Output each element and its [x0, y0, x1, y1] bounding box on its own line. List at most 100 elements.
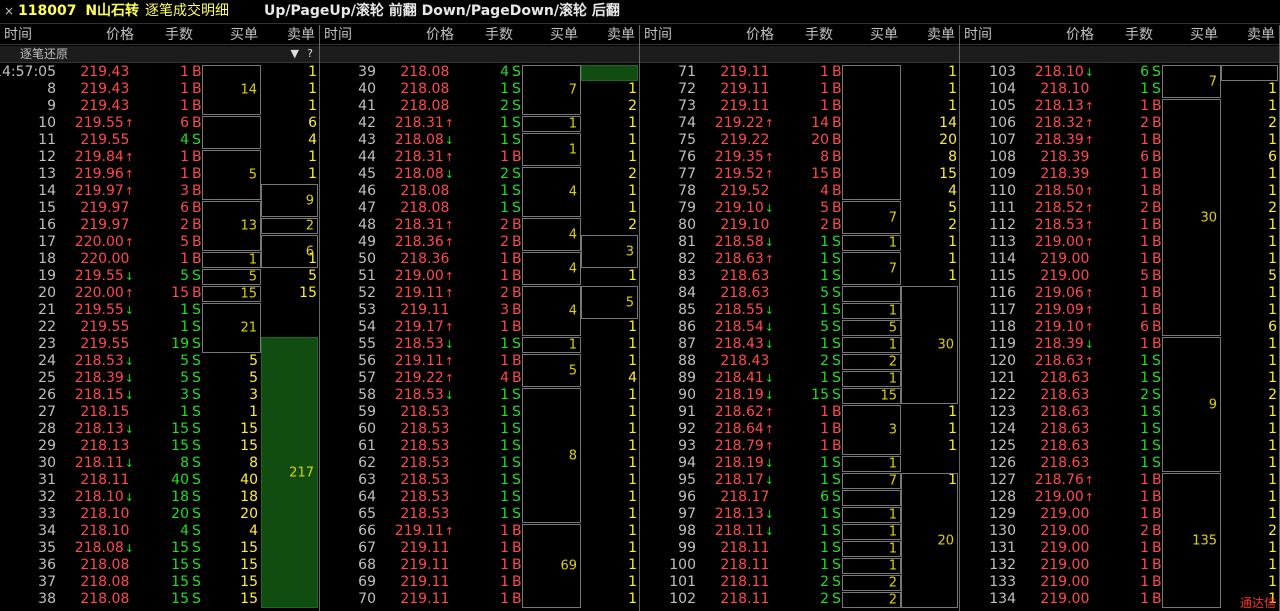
tick-price: 218.08	[400, 183, 454, 200]
sell-order-value: 1	[1268, 353, 1277, 369]
tick-time: 88	[678, 353, 696, 369]
trade-side: B	[1152, 217, 1162, 233]
tick-volume: 6	[1140, 319, 1149, 335]
sell-order-value: 1	[1268, 455, 1277, 471]
tick-time: 50	[358, 251, 376, 267]
tick-volume: 1	[1140, 455, 1149, 471]
tick-volume: 5	[1140, 268, 1149, 284]
arrow-up-icon: ↑	[764, 253, 774, 266]
tick-price: 219.97↑	[75, 183, 134, 200]
price-value: 218.13	[714, 506, 764, 522]
tick-time: 32	[38, 489, 56, 505]
tick-row: 73 219.11 1B1	[640, 98, 959, 115]
tick-row: 23 219.55 19 S	[0, 336, 319, 353]
tick-volume: 1	[1140, 370, 1149, 386]
panel-title: 逐笔成交明细	[145, 3, 230, 19]
restore-toggle[interactable]: 逐笔还原	[20, 47, 68, 61]
tick-time: 104	[989, 81, 1016, 97]
filter-icon[interactable]: ▼	[291, 47, 299, 61]
price-value: 218.08	[74, 540, 124, 556]
tick-volume: 5	[180, 353, 189, 369]
help-icon[interactable]: ?	[307, 47, 313, 61]
buy-order-header: 买单	[870, 27, 898, 43]
tick-volume: 1	[1140, 98, 1149, 114]
buy-order-value: 40	[240, 472, 258, 488]
tick-volume: 15	[811, 166, 829, 182]
tick-row: 126 218.63 1S1	[960, 455, 1279, 472]
tick-volume: 1	[500, 319, 509, 335]
tick-volume: 1	[1140, 353, 1149, 369]
sell-order-value: 1	[628, 115, 637, 131]
tick-time: 16	[38, 217, 56, 233]
tick-price: 218.79↑	[715, 438, 774, 455]
tick-row: 21 219.55↓ 1 S	[0, 302, 319, 319]
tick-row: 90 218.19↓ 15 S	[640, 387, 959, 404]
trade-side: S	[512, 98, 521, 114]
tick-time: 127	[989, 472, 1016, 488]
price-value: 219.00	[1040, 523, 1090, 539]
tick-volume: 1	[180, 404, 189, 420]
tick-volume: 1	[1140, 591, 1149, 607]
arrow-down-icon: ↓	[124, 423, 134, 436]
trade-side: S	[192, 370, 201, 386]
tick-volume: 1	[1140, 404, 1149, 420]
tick-row: 105 218.13↑ 1 B 1	[960, 98, 1279, 115]
price-value: 218.31	[394, 115, 444, 131]
trade-side: B	[1152, 574, 1162, 590]
close-icon[interactable]: ×	[4, 4, 14, 18]
price-value: 218.39	[1034, 132, 1084, 148]
price-value: 219.84	[74, 149, 124, 165]
tick-price: 219.11	[400, 557, 454, 574]
tick-time: 62	[358, 455, 376, 471]
tick-row: 11 219.55 4S4	[0, 132, 319, 149]
price-value: 218.50	[1034, 183, 1084, 199]
tick-row: 53 219.11 3B	[320, 302, 639, 319]
trade-side: B	[1152, 285, 1162, 301]
tick-time: 115	[989, 268, 1016, 284]
subheader-bar	[640, 46, 959, 63]
tick-time: 71	[678, 64, 696, 80]
arrow-up-icon: ↑	[1084, 202, 1094, 215]
sell-order-value: 1	[948, 404, 957, 420]
tick-volume: 1	[820, 268, 829, 284]
tick-volume: 1	[500, 404, 509, 420]
arrow-down-icon: ↓	[124, 372, 134, 385]
tick-price: 218.31↑	[395, 149, 454, 166]
arrow-up-icon: ↑	[124, 185, 134, 198]
tick-time: 33	[38, 506, 56, 522]
tick-column-3: 时间 价格 手数 买单 卖单 71 219.11 1 B 1 72 219.11 1 B 1 73 219.…	[640, 25, 960, 611]
trade-side: B	[192, 98, 202, 114]
tick-volume: 1	[500, 472, 509, 488]
tick-time: 87	[678, 336, 696, 352]
tick-row: 50 218.36 1B	[320, 251, 639, 268]
arrow-down-icon: ↓	[1084, 66, 1094, 79]
tick-time: 26	[38, 387, 56, 403]
sell-order-value: 1	[1268, 251, 1277, 267]
sell-order-value: 1	[308, 149, 317, 165]
tick-volume: 2	[820, 217, 829, 233]
trade-side: S	[1152, 387, 1161, 403]
trade-side: B	[192, 183, 202, 199]
trade-side: S	[832, 268, 841, 284]
tick-price: 218.10	[80, 523, 134, 540]
price-value: 218.31	[394, 149, 444, 165]
volume-header: 手数	[485, 27, 513, 43]
time-header: 时间	[4, 27, 32, 43]
tick-time: 25	[38, 370, 56, 386]
connection-status[interactable]: 通达信	[1240, 596, 1276, 610]
tick-time: 85	[678, 302, 696, 318]
tick-row: 120 218.63↑ 1 S 1	[960, 353, 1279, 370]
sell-order-value: 1	[1268, 472, 1277, 488]
trade-side: S	[832, 234, 841, 250]
price-value: 218.63	[1040, 455, 1090, 471]
tick-price: 218.76↑	[1035, 472, 1094, 489]
tick-time: 9	[47, 98, 56, 114]
price-value: 218.11	[720, 574, 770, 590]
trade-side: B	[1152, 540, 1162, 556]
arrow-up-icon: ↑	[124, 236, 134, 249]
tick-price: 218.63	[1040, 370, 1094, 387]
tick-row: 63 218.53 1S1	[320, 472, 639, 489]
buy-order-header: 买单	[230, 27, 258, 43]
tick-row: 14 219.97↑ 3 B	[0, 183, 319, 200]
tick-time: 70	[358, 591, 376, 607]
